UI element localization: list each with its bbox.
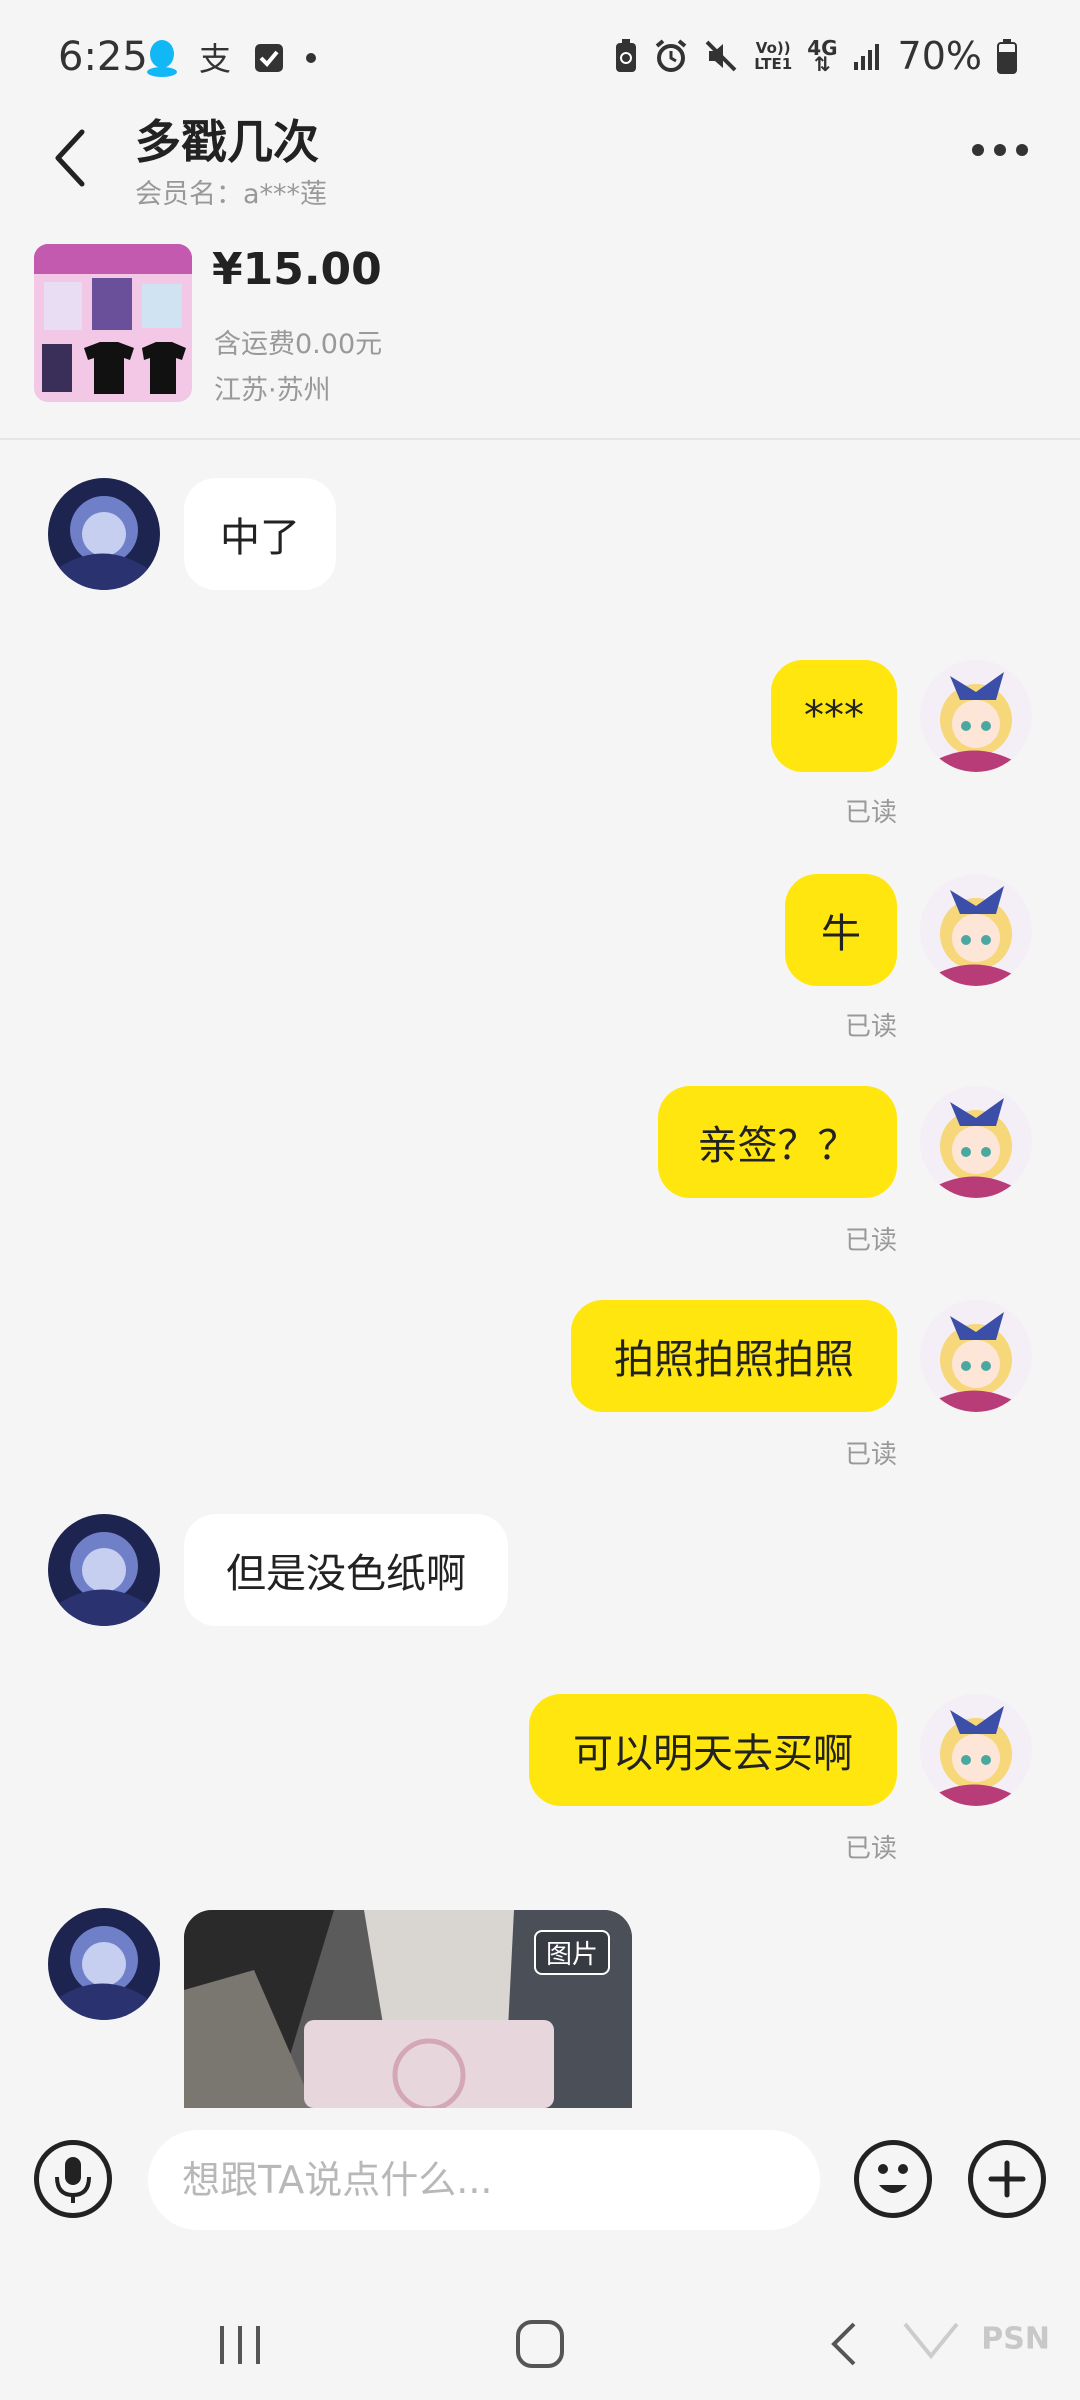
- recent-apps-button[interactable]: [210, 2320, 270, 2370]
- more-dot-icon: [994, 144, 1006, 156]
- chevron-left-icon: [55, 129, 85, 187]
- contact-avatar[interactable]: [48, 1908, 160, 2020]
- alarm-icon: [655, 39, 687, 72]
- read-receipt: 已读: [844, 1226, 897, 1256]
- shipping-fee: 含运费0.00元: [214, 329, 383, 360]
- plus-icon: [988, 2160, 1026, 2198]
- message-bubble-sent[interactable]: ***: [771, 660, 897, 772]
- dot-icon: [306, 53, 316, 63]
- back-arrow-icon: [831, 2322, 856, 2366]
- read-receipt: 已读: [844, 1440, 897, 1470]
- battery-icon: [997, 39, 1017, 74]
- message-input[interactable]: [148, 2130, 820, 2230]
- my-avatar[interactable]: [920, 1300, 1032, 1412]
- read-receipt: 已读: [844, 1834, 897, 1864]
- recent-apps-icon: [220, 2326, 260, 2364]
- watermark-logo-icon: [903, 2322, 959, 2360]
- notification-icons: 支: [145, 38, 319, 78]
- svg-text:支: 支: [199, 40, 231, 77]
- alipay-icon: 支: [199, 40, 231, 77]
- add-attachment-button[interactable]: [968, 2140, 1046, 2218]
- watermark: PSN: [901, 2320, 1050, 2360]
- microphone-icon: [55, 2157, 91, 2203]
- qq-icon: [147, 40, 177, 77]
- message-bubble-received[interactable]: 但是没色纸啊: [184, 1514, 508, 1626]
- battery-percent: 70%: [897, 34, 982, 78]
- my-avatar[interactable]: [920, 660, 1032, 772]
- signal-icon: [853, 44, 879, 70]
- smiley-icon: [878, 2164, 908, 2193]
- voice-button[interactable]: [34, 2140, 112, 2218]
- my-avatar[interactable]: [920, 1694, 1032, 1806]
- product-price: ¥15.00: [212, 244, 382, 295]
- product-card[interactable]: ¥15.00 含运费0.00元 江苏·苏州: [0, 230, 1080, 440]
- product-image: [34, 244, 192, 402]
- more-dot-icon: [972, 144, 984, 156]
- emoji-button[interactable]: [854, 2140, 932, 2218]
- message-bubble-sent[interactable]: 牛: [785, 874, 897, 986]
- system-nav-bar: PSN: [0, 2250, 1080, 2400]
- network-label: 4G: [807, 36, 838, 60]
- read-receipt: 已读: [844, 798, 897, 828]
- my-avatar[interactable]: [920, 1086, 1032, 1198]
- image-message[interactable]: 图片: [184, 1910, 632, 2108]
- mute-icon: [705, 40, 737, 72]
- message-bubble-sent[interactable]: 亲签？？: [658, 1086, 897, 1198]
- message-bubble-sent[interactable]: 拍照拍照拍照: [571, 1300, 897, 1412]
- 4g-icon: 4G ⇅: [807, 36, 838, 76]
- seller-location: 江苏·苏州: [214, 375, 331, 406]
- product-thumbnail[interactable]: [34, 244, 192, 402]
- more-options-button[interactable]: [972, 138, 1042, 162]
- read-receipt: 已读: [844, 1012, 897, 1042]
- chat-title: 多戳几次: [135, 115, 319, 169]
- checkbox-icon: [255, 44, 283, 72]
- member-name: 会员名：a***莲: [135, 179, 328, 210]
- input-bar: [0, 2108, 1080, 2250]
- image-badge: 图片: [533, 1930, 610, 1975]
- message-bubble-sent[interactable]: 可以明天去买啊: [529, 1694, 897, 1806]
- home-icon: [516, 2320, 564, 2368]
- contact-avatar[interactable]: [48, 478, 160, 590]
- chat-header: 多戳几次 会员名：a***莲: [0, 100, 1080, 220]
- home-button[interactable]: [510, 2316, 570, 2372]
- contact-avatar[interactable]: [48, 1514, 160, 1626]
- status-time: 6:25: [58, 34, 148, 80]
- system-icons: Vo)) LTE1 4G ⇅ 70%: [613, 34, 1018, 78]
- battery-saver-icon: [616, 39, 637, 72]
- my-avatar[interactable]: [920, 874, 1032, 986]
- volte-icon: Vo)) LTE1: [754, 39, 793, 73]
- message-bubble-received[interactable]: 中了: [184, 478, 336, 590]
- watermark-text: PSN: [981, 2321, 1050, 2357]
- back-nav-button[interactable]: [820, 2316, 870, 2372]
- more-dot-icon: [1016, 144, 1028, 156]
- back-button[interactable]: [40, 120, 100, 190]
